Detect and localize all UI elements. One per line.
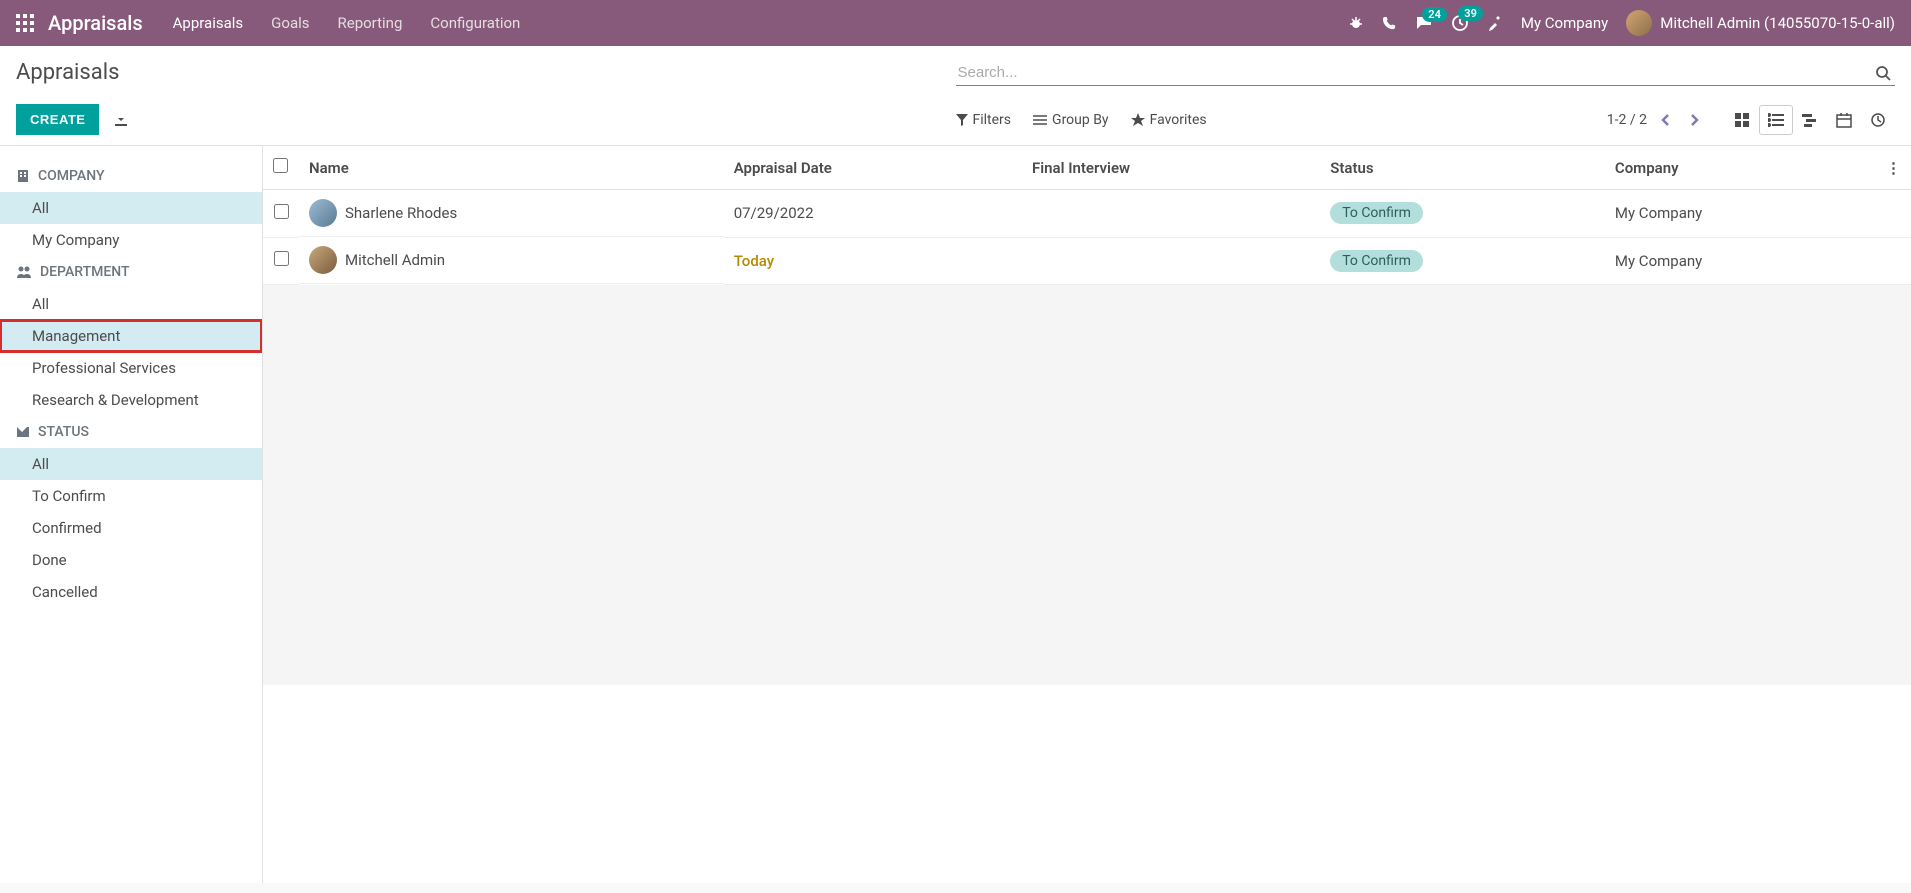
- messages-badge: 24: [1422, 7, 1447, 22]
- row-checkbox[interactable]: [274, 251, 289, 266]
- sidebar-status-all[interactable]: All: [0, 448, 262, 480]
- row-date: 07/29/2022: [734, 204, 814, 222]
- download-icon[interactable]: [109, 108, 133, 132]
- status-badge: To Confirm: [1330, 202, 1423, 224]
- groupby-button[interactable]: Group By: [1033, 112, 1109, 128]
- table-row[interactable]: Mitchell Admin Today To Confirm My Compa…: [263, 237, 1911, 284]
- row-company: My Company: [1615, 204, 1702, 222]
- view-list[interactable]: [1759, 105, 1793, 135]
- activities-icon[interactable]: 39: [1451, 14, 1469, 32]
- sidebar-status-confirmed[interactable]: Confirmed: [0, 512, 262, 544]
- appraisals-table: Name Appraisal Date Final Interview Stat…: [263, 146, 1911, 285]
- control-panel: Appraisals CREATE Filters Group By: [0, 46, 1911, 146]
- bug-icon[interactable]: [1348, 15, 1364, 31]
- view-kanban[interactable]: [1725, 105, 1759, 135]
- sidebar-dept-rd[interactable]: Research & Development: [0, 384, 262, 416]
- search-input[interactable]: [956, 60, 1872, 85]
- sidebar-company-all[interactable]: All: [0, 192, 262, 224]
- nav-link-goals[interactable]: Goals: [271, 14, 309, 32]
- sidebar-status-toconfirm[interactable]: To Confirm: [0, 480, 262, 512]
- row-company: My Company: [1615, 252, 1702, 270]
- sidebar-status-done[interactable]: Done: [0, 544, 262, 576]
- sidebar-header-status: STATUS: [0, 416, 262, 448]
- sidebar-dept-management[interactable]: Management: [0, 320, 262, 352]
- status-badge: To Confirm: [1330, 250, 1423, 272]
- row-date: Today: [734, 252, 774, 270]
- user-avatar-icon: [1626, 10, 1652, 36]
- sidebar-dept-all[interactable]: All: [0, 288, 262, 320]
- row-checkbox[interactable]: [274, 204, 289, 219]
- user-name: Mitchell Admin (14055070-15-0-all): [1660, 14, 1895, 32]
- view-calendar[interactable]: [1827, 105, 1861, 135]
- phone-icon[interactable]: [1382, 16, 1397, 31]
- filters-button[interactable]: Filters: [956, 112, 1012, 128]
- nav-link-appraisals[interactable]: Appraisals: [173, 14, 244, 32]
- main-area: COMPANY All My Company DEPARTMENT All Ma…: [0, 146, 1911, 883]
- user-menu[interactable]: Mitchell Admin (14055070-15-0-all): [1626, 10, 1895, 36]
- nav-right: 24 39 My Company Mitchell Admin (1405507…: [1348, 10, 1895, 36]
- sidebar-header-company: COMPANY: [0, 160, 262, 192]
- col-status[interactable]: Status: [1320, 146, 1605, 190]
- page-title: Appraisals: [16, 60, 956, 85]
- pager-text: 1-2 / 2: [1607, 112, 1647, 128]
- company-selector[interactable]: My Company: [1521, 14, 1608, 32]
- sidebar-dept-professional[interactable]: Professional Services: [0, 352, 262, 384]
- nav-links: Appraisals Goals Reporting Configuration: [173, 14, 1348, 32]
- favorites-button[interactable]: Favorites: [1131, 112, 1207, 128]
- col-interview[interactable]: Final Interview: [1022, 146, 1320, 190]
- top-navbar: Appraisals Appraisals Goals Reporting Co…: [0, 0, 1911, 46]
- view-switcher: [1725, 105, 1895, 135]
- pager: 1-2 / 2: [1607, 109, 1703, 131]
- empty-area: [263, 285, 1911, 685]
- nav-link-configuration[interactable]: Configuration: [430, 14, 520, 32]
- sidebar-header-department: DEPARTMENT: [0, 256, 262, 288]
- activities-badge: 39: [1458, 6, 1483, 21]
- tools-icon[interactable]: [1487, 15, 1503, 31]
- select-all-checkbox[interactable]: [273, 158, 288, 173]
- favorites-label: Favorites: [1150, 112, 1207, 128]
- apps-icon[interactable]: [16, 14, 34, 32]
- view-activity[interactable]: [1861, 105, 1895, 135]
- groupby-label: Group By: [1052, 112, 1109, 128]
- view-gantt[interactable]: [1793, 105, 1827, 135]
- content: Name Appraisal Date Final Interview Stat…: [262, 146, 1911, 883]
- row-name: Sharlene Rhodes: [345, 204, 457, 222]
- col-name[interactable]: Name: [299, 146, 724, 190]
- pager-prev[interactable]: [1657, 109, 1675, 131]
- filters-label: Filters: [973, 112, 1012, 128]
- sidebar-status-cancelled[interactable]: Cancelled: [0, 576, 262, 608]
- row-name: Mitchell Admin: [345, 251, 445, 269]
- table-row[interactable]: Sharlene Rhodes 07/29/2022 To Confirm My…: [263, 190, 1911, 238]
- pager-next[interactable]: [1685, 109, 1703, 131]
- sidebar-company-mycompany[interactable]: My Company: [0, 224, 262, 256]
- avatar-icon: [309, 199, 337, 227]
- col-company[interactable]: Company: [1605, 146, 1876, 190]
- create-button[interactable]: CREATE: [16, 104, 99, 135]
- sidebar: COMPANY All My Company DEPARTMENT All Ma…: [0, 146, 262, 883]
- messages-icon[interactable]: 24: [1415, 15, 1433, 31]
- brand[interactable]: Appraisals: [48, 11, 143, 35]
- col-options-icon[interactable]: ⋮: [1876, 146, 1911, 190]
- search-bar: [956, 60, 1896, 86]
- col-date[interactable]: Appraisal Date: [724, 146, 1022, 190]
- nav-link-reporting[interactable]: Reporting: [338, 14, 403, 32]
- avatar-icon: [309, 246, 337, 274]
- search-icon[interactable]: [1871, 65, 1895, 81]
